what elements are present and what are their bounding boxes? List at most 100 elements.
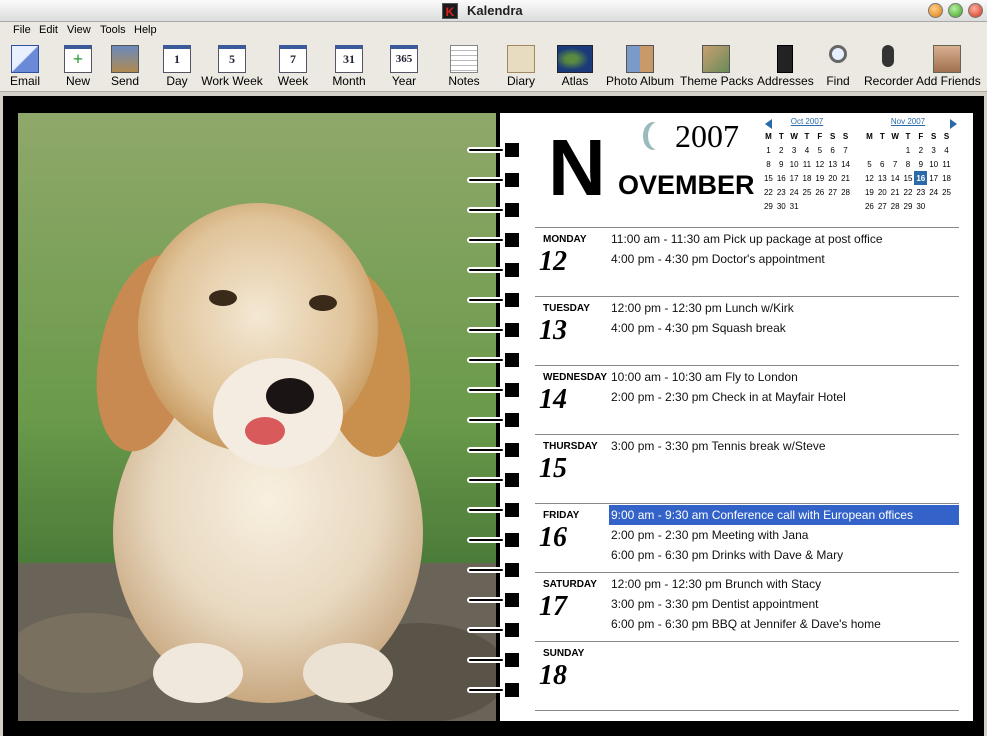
appointment-item[interactable]: 3:00 pm - 3:30 pm Tennis break w/Steve [609,436,959,456]
mini-date-cell[interactable]: 25 [940,185,953,199]
mini-date-cell[interactable]: 4 [940,143,953,157]
mini-date-cell[interactable]: 23 [775,185,788,199]
mini-date-cell[interactable]: 20 [826,171,839,185]
mini-date-cell[interactable]: 29 [902,199,915,213]
day-block[interactable]: MONDAY 12 11:00 am - 11:30 am Pick up pack… [535,227,959,296]
mini-date-cell[interactable]: 13 [826,157,839,171]
appointment-item[interactable]: 4:00 pm - 4:30 pm Squash break [609,318,959,338]
find-button[interactable]: Find [818,42,858,90]
mini-date-cell[interactable]: 12 [863,171,876,185]
mini-date-cell[interactable]: 4 [801,143,814,157]
addresses-button[interactable]: Addresses [757,42,814,90]
mini-date-cell[interactable]: 16 [914,171,928,185]
mini-date-cell[interactable]: 10 [788,157,801,171]
mini-date-cell[interactable]: 26 [863,199,876,213]
day-block[interactable]: FRIDAY 16 9:00 am - 9:30 am Conference cal… [535,503,959,572]
mini-date-cell[interactable]: 17 [788,171,801,185]
appointment-item[interactable]: 12:00 pm - 12:30 pm Lunch w/Kirk [609,298,959,318]
mini-date-cell[interactable]: 14 [839,157,852,171]
mini-date-cell[interactable]: 5 [863,157,876,171]
mini-date-cell[interactable]: 19 [813,171,826,185]
mini-date-cell[interactable]: 11 [801,157,814,171]
mini-date-cell[interactable]: 26 [813,185,826,199]
photo-album-button[interactable]: Photo Album [606,42,674,90]
appointment-item[interactable]: 6:00 pm - 6:30 pm BBQ at Jennifer & Dave… [609,614,959,634]
mini-date-cell[interactable]: 28 [889,199,902,213]
day-block[interactable]: THURSDAY 15 3:00 pm - 3:30 pm Tennis break… [535,434,959,503]
mini-date-cell[interactable]: 1 [902,143,915,157]
day-block[interactable]: TUESDAY 13 12:00 pm - 12:30 pm Lunch w/Kir… [535,296,959,365]
mini-date-cell[interactable]: 8 [902,157,915,171]
mini-date-cell[interactable]: 8 [762,157,775,171]
mini-date-cell[interactable]: 30 [775,199,788,213]
day-block[interactable]: SATURDAY 17 12:00 pm - 12:30 pm Brunch wit… [535,572,959,641]
mini-date-cell[interactable]: 18 [801,171,814,185]
mini-date-cell[interactable]: 11 [940,157,953,171]
mini-date-cell[interactable]: 7 [889,157,902,171]
appointment-item[interactable]: 6:00 pm - 6:30 pm Drinks with Dave & Mar… [609,545,959,565]
mini-date-cell[interactable]: 12 [813,157,826,171]
mini-date-cell[interactable]: 21 [839,171,852,185]
mini-date-cell[interactable]: 5 [813,143,826,157]
mini-date-cell[interactable]: 21 [889,185,902,199]
mini-date-cell[interactable]: 24 [788,185,801,199]
close-button[interactable] [968,3,983,18]
mini-date-cell[interactable]: 23 [914,185,927,199]
mini-date-cell[interactable]: 9 [914,157,927,171]
mini-date-cell[interactable]: 19 [863,185,876,199]
mini-date-cell[interactable]: 28 [839,185,852,199]
mini-date-cell[interactable]: 27 [876,199,889,213]
notes-button[interactable]: Notes [443,42,485,90]
recorder-button[interactable]: Recorder [864,42,913,90]
appointment-item[interactable]: 2:00 pm - 2:30 pm Check in at Mayfair Ho… [609,387,959,407]
mini-date-cell[interactable]: 17 [927,171,940,185]
mini-date-cell[interactable]: 2 [914,143,927,157]
appointment-item[interactable]: 9:00 am - 9:30 am Conference call with E… [609,505,959,525]
day-view-button[interactable]: 1 Day [156,42,198,90]
work-week-view-button[interactable]: 5 Work Week [200,42,264,90]
add-friends-button[interactable]: Add Friends [916,42,981,90]
menu-edit[interactable]: Edit [39,24,58,36]
day-block[interactable]: WEDNESDAY 14 10:00 am - 10:30 am Fly to Lo… [535,365,959,434]
mini-date-cell[interactable]: 22 [902,185,915,199]
week-view-button[interactable]: 7 Week [272,42,314,90]
mini-date-cell[interactable]: 2 [775,143,788,157]
mini-date-cell[interactable]: 6 [826,143,839,157]
mini-date-cell[interactable]: 24 [927,185,940,199]
atlas-button[interactable]: Atlas [554,42,596,90]
maximize-button[interactable] [948,3,963,18]
mini-date-cell[interactable]: 18 [940,171,953,185]
mini-date-cell[interactable]: 14 [889,171,902,185]
mini-date-cell[interactable]: 3 [788,143,801,157]
appointment-item[interactable]: 4:00 pm - 4:30 pm Doctor's appointment [609,249,959,269]
mini-calendar-title[interactable]: Nov 2007 [863,117,953,127]
mini-date-cell[interactable]: 7 [839,143,852,157]
minimize-button[interactable] [928,3,943,18]
year-view-button[interactable]: 365 Year [383,42,425,90]
appointment-item[interactable]: 12:00 pm - 12:30 pm Brunch with Stacy [609,574,959,594]
day-block[interactable]: SUNDAY 18 [535,641,959,710]
appointment-item[interactable]: 2:00 pm - 2:30 pm Meeting with Jana [609,525,959,545]
mini-date-cell[interactable]: 20 [876,185,889,199]
appointment-item[interactable]: 3:00 pm - 3:30 pm Dentist appointment [609,594,959,614]
mini-date-cell[interactable]: 10 [927,157,940,171]
mini-date-cell[interactable]: 22 [762,185,775,199]
email-button[interactable]: Email [4,42,46,90]
mini-date-cell[interactable]: 9 [775,157,788,171]
mini-date-cell[interactable]: 25 [801,185,814,199]
mini-date-cell[interactable]: 16 [775,171,788,185]
menu-help[interactable]: Help [134,24,157,36]
send-button[interactable]: Send [104,42,146,90]
mini-date-cell[interactable]: 31 [788,199,801,213]
mini-date-cell[interactable]: 3 [927,143,940,157]
menu-file[interactable]: File [13,24,31,36]
mini-date-cell[interactable]: 30 [914,199,927,213]
menu-view[interactable]: View [67,24,91,36]
mini-calendar-title[interactable]: Oct 2007 [762,117,852,127]
diary-button[interactable]: Diary [500,42,542,90]
mini-date-cell[interactable]: 6 [876,157,889,171]
appointment-item[interactable]: 11:00 am - 11:30 am Pick up package at p… [609,229,959,249]
mini-date-cell[interactable]: 29 [762,199,775,213]
menu-tools[interactable]: Tools [100,24,126,36]
month-view-button[interactable]: 31 Month [328,42,370,90]
